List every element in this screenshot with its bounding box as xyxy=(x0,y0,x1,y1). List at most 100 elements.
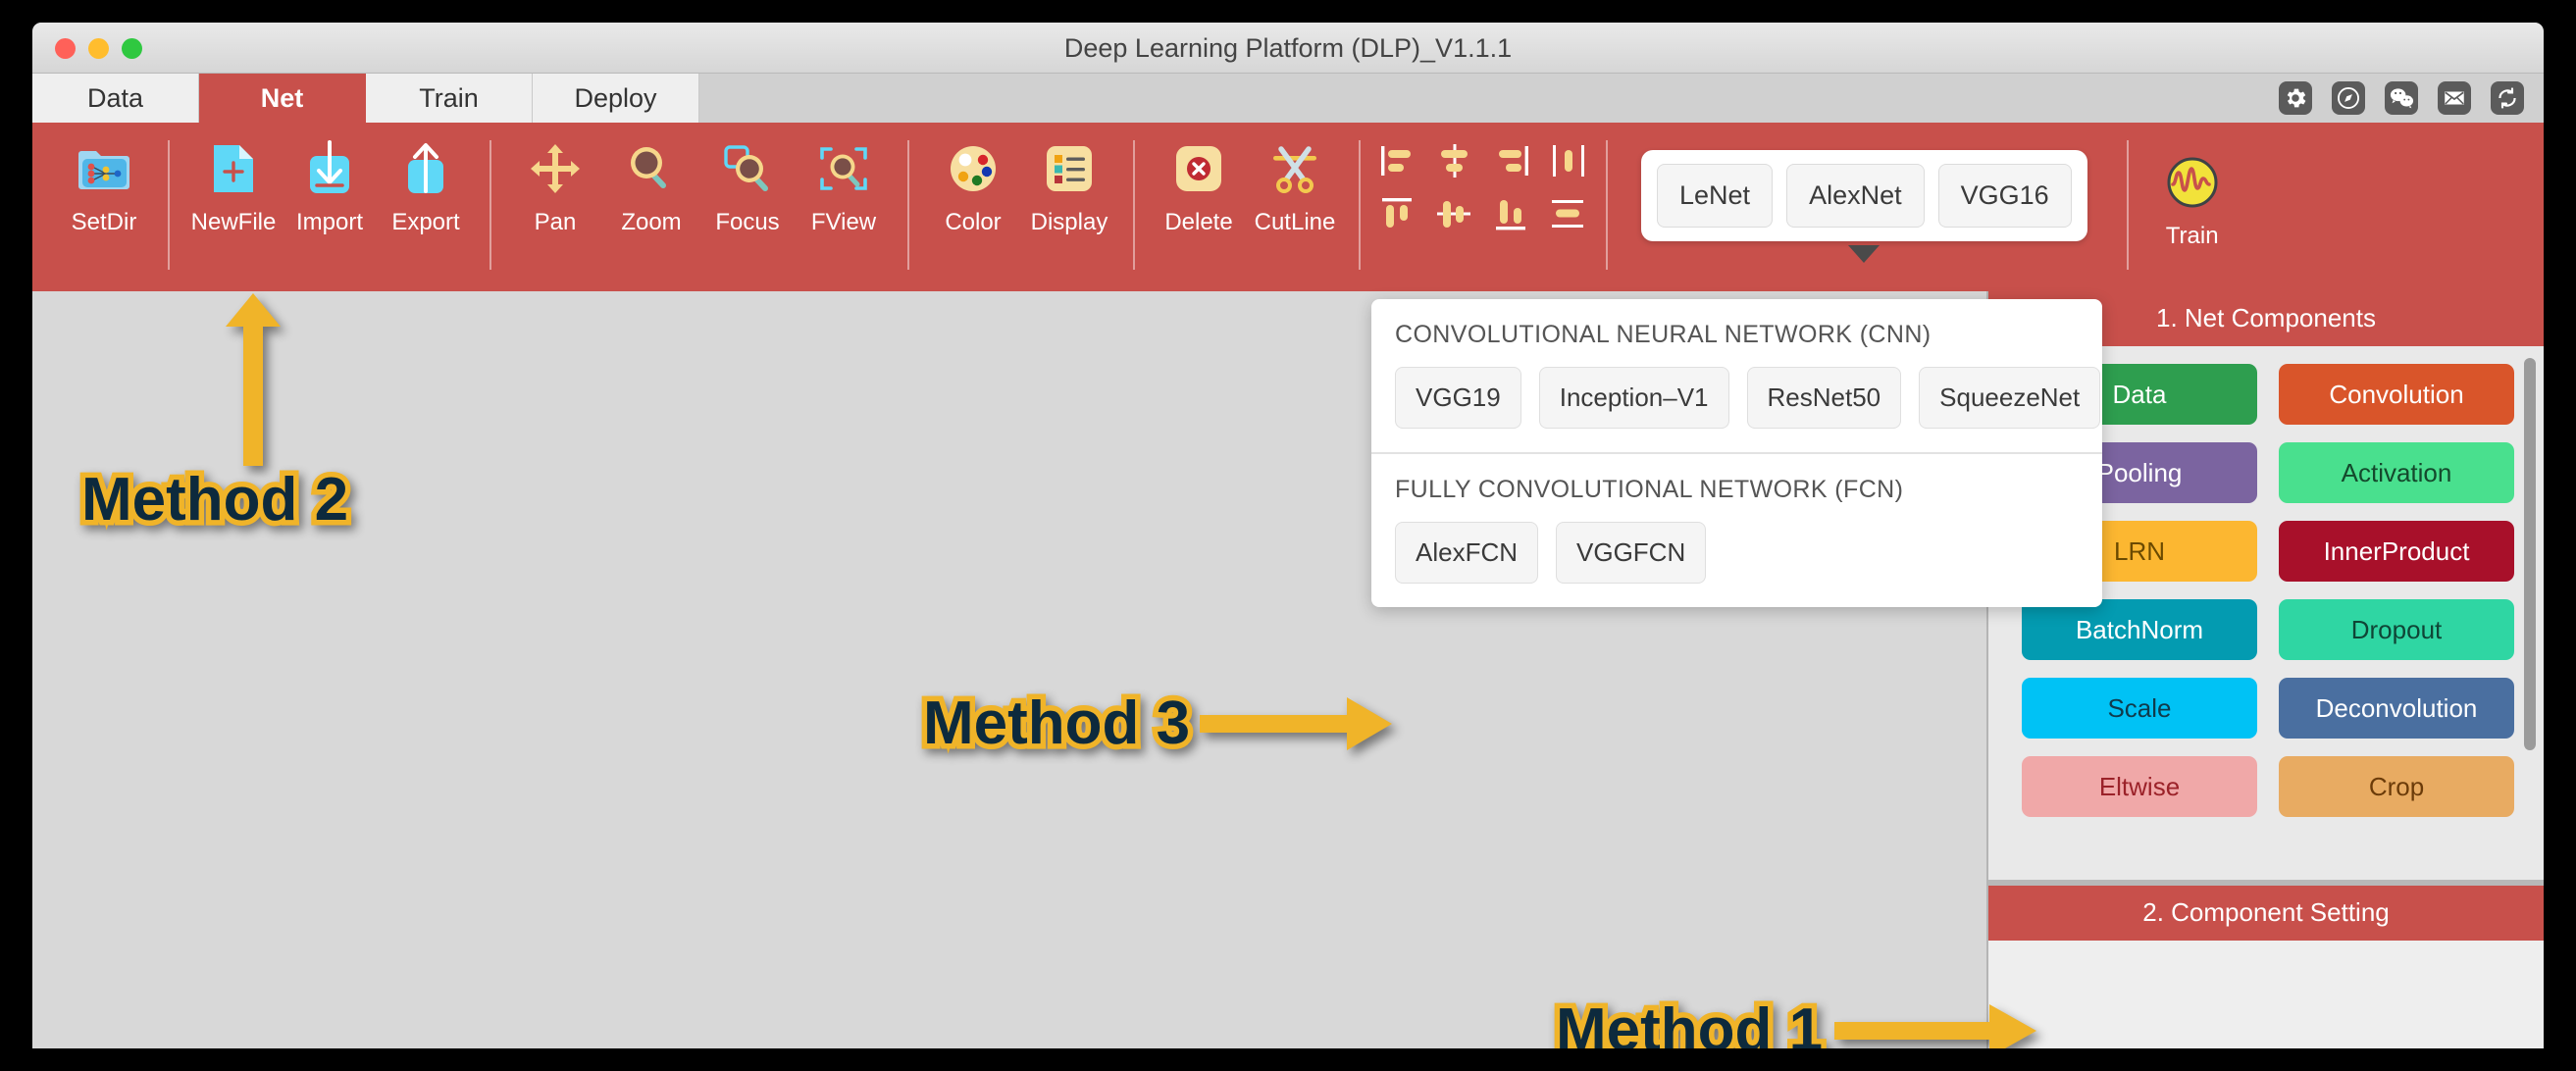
close-button[interactable] xyxy=(55,38,76,59)
minimize-button[interactable] xyxy=(88,38,109,59)
toolbar-focus-label: Focus xyxy=(715,209,780,235)
toolbar-delete-label: Delete xyxy=(1164,209,1233,235)
pan-move-icon xyxy=(529,138,582,199)
dropdown-section-fcn-buttons: AlexFCN VGGFCN xyxy=(1395,522,2079,584)
chevron-down-icon[interactable] xyxy=(1848,245,1880,263)
toolbar-group-file: NewFile Import Export xyxy=(185,123,474,291)
preset-vgg16-button[interactable]: VGG16 xyxy=(1937,164,2072,228)
align-center-horizontal-icon[interactable] xyxy=(1433,138,1476,183)
toolbar-setdir-button[interactable]: SetDir xyxy=(56,123,152,260)
toolbar-group-style: Color Display xyxy=(925,123,1117,291)
toolbar-import-button[interactable]: Import xyxy=(282,123,378,260)
toolbar-focus-button[interactable]: Focus xyxy=(699,123,796,260)
title-bar: Deep Learning Platform (DLP)_V1.1.1 xyxy=(32,23,2544,74)
tab-net[interactable]: Net xyxy=(199,74,366,123)
toolbar-divider xyxy=(2126,140,2129,270)
toolbar-train-button[interactable]: Train xyxy=(2144,136,2241,274)
distribute-horizontal-icon[interactable] xyxy=(1547,191,1590,236)
refresh-icon[interactable] xyxy=(2491,81,2524,115)
color-palette-icon xyxy=(948,138,999,199)
toolbar-export-button[interactable]: Export xyxy=(378,123,474,260)
export-upload-icon xyxy=(398,138,453,199)
align-top-icon[interactable] xyxy=(1376,191,1419,236)
folder-network-icon xyxy=(76,138,132,199)
alignment-tools xyxy=(1376,138,1590,236)
delete-x-icon xyxy=(1173,138,1224,199)
align-middle-vertical-icon[interactable] xyxy=(1433,191,1476,236)
toolbar-pan-label: Pan xyxy=(534,209,577,235)
application-window: Deep Learning Platform (DLP)_V1.1.1 Data… xyxy=(32,23,2544,1048)
align-bottom-icon[interactable] xyxy=(1490,191,1533,236)
toolbar-group-train: Train xyxy=(2144,123,2241,291)
fit-view-icon xyxy=(816,138,871,199)
gear-icon[interactable] xyxy=(2279,81,2312,115)
mail-icon[interactable] xyxy=(2438,81,2471,115)
window-title: Deep Learning Platform (DLP)_V1.1.1 xyxy=(1063,33,1513,63)
model-preset-card: LeNet AlexNet VGG16 xyxy=(1641,150,2087,263)
component-crop[interactable]: Crop xyxy=(2279,756,2514,817)
toolbar-newfile-button[interactable]: NewFile xyxy=(185,123,282,260)
dropdown-section-fcn-title: FULLY CONVOLUTIONAL NETWORK (FCN) xyxy=(1395,476,1904,503)
wechat-icon[interactable] xyxy=(2385,81,2418,115)
toolbar-divider xyxy=(489,140,491,270)
preset-inception-v1-button[interactable]: Inception–V1 xyxy=(1538,367,1729,429)
tab-train[interactable]: Train xyxy=(366,74,533,123)
component-innerproduct[interactable]: InnerProduct xyxy=(2279,521,2514,582)
toolbar-newfile-label: NewFile xyxy=(190,209,277,235)
align-right-icon[interactable] xyxy=(1490,138,1533,183)
align-left-icon[interactable] xyxy=(1376,138,1419,183)
distribute-vertical-icon[interactable] xyxy=(1547,138,1590,183)
preset-alexnet-button[interactable]: AlexNet xyxy=(1786,164,1925,228)
component-setting-header: 2. Component Setting xyxy=(1988,886,2544,941)
component-batchnorm[interactable]: BatchNorm xyxy=(2022,599,2257,660)
toolbar-divider xyxy=(1606,140,1608,270)
tab-deploy[interactable]: Deploy xyxy=(533,74,699,123)
toolbar-color-button[interactable]: Color xyxy=(925,123,1021,260)
toolbar-setdir-label: SetDir xyxy=(71,209,137,235)
import-download-icon xyxy=(302,138,357,199)
preset-lenet-button[interactable]: LeNet xyxy=(1657,164,1774,228)
compass-icon[interactable] xyxy=(2332,81,2365,115)
toolbar-divider xyxy=(168,140,170,270)
window-controls xyxy=(55,38,142,59)
preset-alexfcn-button[interactable]: AlexFCN xyxy=(1395,522,1539,584)
toolbar-cutline-label: CutLine xyxy=(1254,209,1336,235)
component-deconvolution[interactable]: Deconvolution xyxy=(2279,678,2514,739)
toolbar-delete-button[interactable]: Delete xyxy=(1151,123,1247,260)
component-scale[interactable]: Scale xyxy=(2022,678,2257,739)
scissors-icon xyxy=(1267,138,1322,199)
toolbar-group-edit: Delete CutLine xyxy=(1151,123,1343,291)
zoom-button[interactable] xyxy=(122,38,142,59)
component-convolution[interactable]: Convolution xyxy=(2279,364,2514,425)
toolbar-fview-button[interactable]: FView xyxy=(796,123,892,260)
preset-vgg19-button[interactable]: VGG19 xyxy=(1395,367,1521,429)
main-tab-bar: Data Net Train Deploy xyxy=(32,74,2544,123)
toolbar-zoom-label: Zoom xyxy=(621,209,682,235)
model-preset-dropdown: CONVOLUTIONAL NEURAL NETWORK (CNN) VGG19… xyxy=(1371,299,2102,607)
preset-squeezenet-button[interactable]: SqueezeNet xyxy=(1919,367,2101,429)
toolbar-pan-button[interactable]: Pan xyxy=(507,123,603,260)
toolbar-color-label: Color xyxy=(945,209,1002,235)
toolbar-export-label: Export xyxy=(391,209,460,235)
top-right-icon-bar xyxy=(2279,74,2524,123)
focus-magnifier-icon xyxy=(720,138,775,199)
toolbar-zoom-button[interactable]: Zoom xyxy=(603,123,699,260)
toolbar-display-button[interactable]: Display xyxy=(1021,123,1117,260)
toolbar-import-label: Import xyxy=(295,209,363,235)
component-activation[interactable]: Activation xyxy=(2279,442,2514,503)
dropdown-section-cnn-buttons: VGG19 Inception–V1 ResNet50 SqueezeNet xyxy=(1395,367,2101,429)
dropdown-section-cnn: CONVOLUTIONAL NEURAL NETWORK (CNN) VGG19… xyxy=(1371,299,2102,452)
components-scrollbar[interactable] xyxy=(2524,358,2536,750)
dropdown-section-fcn: FULLY CONVOLUTIONAL NETWORK (FCN) AlexFC… xyxy=(1371,452,2102,607)
toolbar-cutline-button[interactable]: CutLine xyxy=(1247,123,1343,260)
new-file-icon xyxy=(209,138,258,199)
preset-resnet50-button[interactable]: ResNet50 xyxy=(1746,367,1902,429)
toolbar-fview-label: FView xyxy=(810,209,877,235)
component-dropout[interactable]: Dropout xyxy=(2279,599,2514,660)
preset-vggfcn-button[interactable]: VGGFCN xyxy=(1556,522,1707,584)
main-toolbar: SetDir NewFile Import Export Pan Zoom Fo… xyxy=(32,123,2544,291)
tab-data[interactable]: Data xyxy=(32,74,199,123)
toolbar-display-label: Display xyxy=(1030,209,1108,235)
component-eltwise[interactable]: Eltwise xyxy=(2022,756,2257,817)
toolbar-divider xyxy=(1133,140,1135,270)
